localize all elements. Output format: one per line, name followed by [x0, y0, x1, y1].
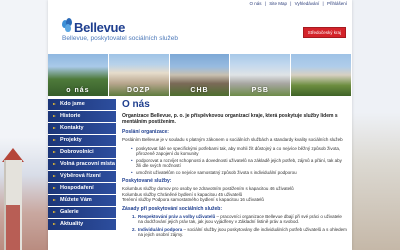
list-item: 1. Respektování práv a volby uživatelů –…	[132, 214, 348, 225]
photo-label: CHB	[190, 87, 209, 94]
nav-item-historie[interactable]: Historie	[48, 111, 116, 122]
background-right	[352, 0, 400, 250]
nav-item-muzete-pomoct[interactable]: Můžete Vám pomoct?	[48, 195, 116, 214]
photo-tab-about[interactable]: o nás	[48, 54, 109, 96]
principle-title: Respektování práv a volby uživatelů	[138, 213, 216, 219]
header: Bellevue Bellevue, poskytovatel sociální…	[48, 6, 352, 54]
principle-text: Respektování práv a volby uživatelů – pr…	[138, 214, 348, 225]
section-heading-principles: Zásady při poskytování sociálních služeb…	[122, 205, 223, 212]
logo-subtitle: Bellevue, poskytovatel sociálních služeb	[62, 35, 178, 42]
section-heading-mission: Poslání organizace:	[122, 129, 169, 135]
mission-text: Posláním Bellevue je v souladu s platným…	[122, 137, 343, 142]
logo-name: Bellevue	[74, 20, 126, 35]
nav-item-vyberova-rizeni[interactable]: Výběrová řízení	[48, 171, 116, 182]
lead-paragraph: Organizace Bellevue, p. o. je příspěvkov…	[122, 113, 338, 125]
main-content: O nás Organizace Bellevue, p. o. je přís…	[122, 99, 348, 250]
nav-item-kontakty[interactable]: Kontakty	[48, 123, 116, 134]
photo-tab-psb[interactable]: PSB	[230, 54, 292, 96]
nav-item-kdo-jsme[interactable]: Kdo jsme	[48, 99, 116, 110]
photo-tab-chb[interactable]: CHB	[169, 54, 231, 96]
section-heading-services: Poskytované služby:	[122, 178, 172, 184]
photo-label: o nás	[66, 87, 90, 94]
services-text: Kolumbus služby domov pro osoby se zdrav…	[122, 186, 294, 202]
nav-item-hospodareni[interactable]: Hospodaření	[48, 183, 116, 194]
background-left	[0, 0, 50, 250]
principles-list: 1. Respektování práv a volby uživatelů –…	[132, 214, 348, 238]
list-item: podporovat a rozvíjet schopnosti a doved…	[131, 158, 348, 169]
photo-label: DOZP	[126, 87, 151, 94]
nav-item-projekty[interactable]: Projekty	[48, 135, 116, 146]
photo-tab-dozp[interactable]: DOZP	[108, 54, 170, 96]
region-badge[interactable]: Středočeský kraj	[302, 27, 346, 38]
nav-item-dobrovolnici[interactable]: Dobrovolníci	[48, 147, 116, 158]
page-title: O nás	[122, 99, 150, 110]
photo-tab-extra[interactable]	[291, 54, 352, 96]
principle-text: Individuální podpora – sociální služby j…	[138, 227, 348, 238]
photo-label: PSB	[251, 87, 269, 94]
nav-item-galerie[interactable]: Galerie	[48, 207, 116, 218]
principle-title: Individuální podpora	[138, 226, 183, 232]
list-item: 2. Individuální podpora – sociální služb…	[132, 227, 348, 238]
tower-detail	[6, 205, 20, 250]
nav-item-aktuality[interactable]: Aktuality	[48, 219, 116, 230]
list-item: poskytovat lidé se specifickými potřebam…	[131, 146, 348, 157]
mission-list: poskytovat lidé se specifickými potřebam…	[131, 146, 348, 176]
page-container: O nás | Site Map | Vyhledávání | Přihláš…	[48, 0, 352, 250]
nav-item-volna-mista[interactable]: Volná pracovní místa	[48, 159, 116, 170]
sidebar-nav: Kdo jsme Historie Kontakty Projekty Dobr…	[48, 99, 116, 231]
photo-strip: o nás DOZP CHB PSB	[48, 54, 352, 96]
list-item: umožnit uživatelům co nejvíce samostatný…	[131, 170, 348, 176]
